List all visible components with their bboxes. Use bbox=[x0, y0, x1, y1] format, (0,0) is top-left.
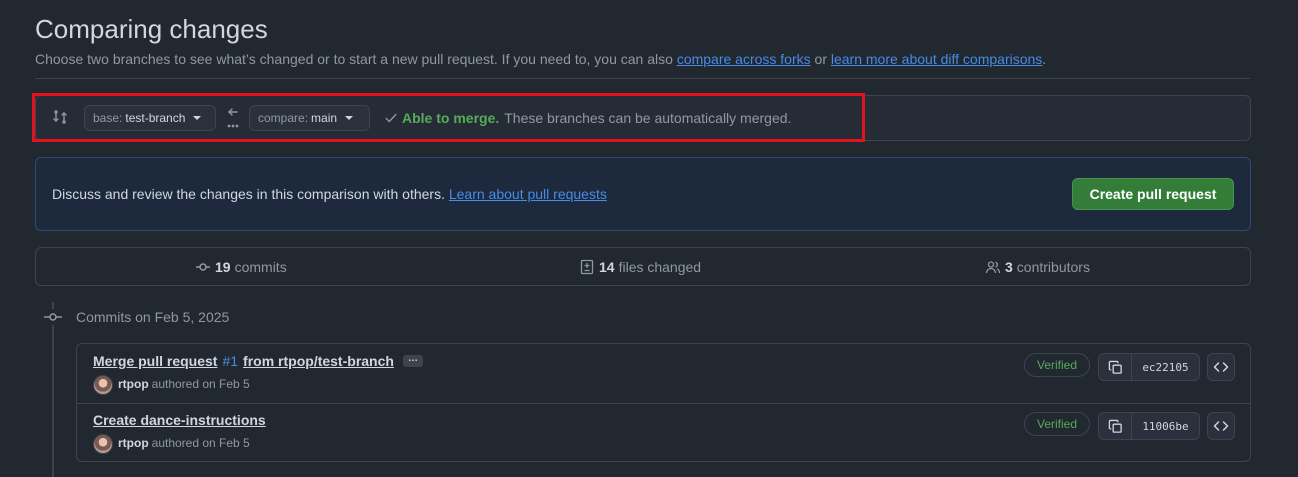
chevron-down-icon bbox=[193, 116, 202, 120]
merge-message: These branches can be automatically merg… bbox=[504, 110, 792, 126]
subtitle-period: . bbox=[1042, 51, 1047, 67]
commits-date-heading: Commits on Feb 5, 2025 bbox=[76, 309, 230, 325]
able-to-merge-label: Able to merge. bbox=[402, 110, 500, 126]
browse-code-button[interactable] bbox=[1207, 412, 1235, 440]
commit-author[interactable]: rtpop bbox=[118, 377, 149, 391]
commit-sha-group: ec22105 bbox=[1098, 353, 1200, 381]
commit-meta: rtpop authored on Feb 5 bbox=[118, 436, 250, 450]
compare-branch-name: main bbox=[311, 111, 338, 125]
commit-divider bbox=[76, 403, 1251, 404]
base-branch-select[interactable]: base: test-branch bbox=[84, 105, 216, 131]
base-prefix: base: bbox=[93, 111, 123, 125]
copy-icon bbox=[1108, 360, 1122, 374]
header-divider bbox=[35, 78, 1250, 79]
file-diff-icon bbox=[580, 259, 594, 275]
commit-meta: rtpop authored on Feb 5 bbox=[118, 377, 250, 391]
page-title: Comparing changes bbox=[35, 14, 268, 44]
commit-icon bbox=[44, 309, 62, 325]
commit-sha-link[interactable]: 11006be bbox=[1132, 413, 1199, 439]
avatar[interactable] bbox=[93, 434, 113, 454]
verified-badge[interactable]: Verified bbox=[1024, 353, 1090, 377]
code-icon bbox=[1213, 362, 1229, 372]
base-branch-name: test-branch bbox=[125, 111, 186, 125]
merge-status: Able to merge. These branches can be aut… bbox=[384, 110, 791, 126]
pr-prompt-text: Discuss and review the changes in this c… bbox=[52, 186, 607, 202]
create-pull-request-button[interactable]: Create pull request bbox=[1072, 178, 1234, 210]
check-icon bbox=[385, 113, 397, 123]
files-count: 14 bbox=[599, 259, 615, 275]
commit-sha-link[interactable]: ec22105 bbox=[1132, 354, 1199, 380]
commit-title: Create dance-instructions bbox=[93, 412, 266, 428]
contributors-label: contributors bbox=[1016, 259, 1090, 275]
commits-label: commits bbox=[234, 259, 287, 275]
contributors-count: 3 bbox=[1005, 259, 1013, 275]
commit-title-link[interactable]: Create dance-instructions bbox=[93, 412, 266, 428]
commit-sha-group: 11006be bbox=[1098, 412, 1200, 440]
people-icon bbox=[985, 261, 1001, 274]
learn-pull-requests-link[interactable]: Learn about pull requests bbox=[449, 186, 607, 202]
avatar[interactable] bbox=[93, 375, 113, 395]
subtitle-or: or bbox=[810, 51, 831, 67]
copy-sha-button[interactable] bbox=[1099, 354, 1132, 380]
commit-title: Merge pull request #1 from rtpop/test-br… bbox=[93, 353, 423, 369]
compare-across-forks-link[interactable]: compare across forks bbox=[677, 51, 811, 67]
commit-author[interactable]: rtpop bbox=[118, 436, 149, 450]
subtitle-text: Choose two branches to see what’s change… bbox=[35, 51, 677, 67]
commit-authored-date: authored on Feb 5 bbox=[151, 436, 250, 450]
page-subtitle: Choose two branches to see what’s change… bbox=[35, 51, 1046, 67]
compare-branch-select[interactable]: compare: main bbox=[249, 105, 370, 131]
stat-contributors[interactable]: 3 contributors bbox=[985, 259, 1090, 275]
commits-count: 19 bbox=[215, 259, 231, 275]
pr-number-link[interactable]: #1 bbox=[222, 353, 238, 369]
commit-authored-date: authored on Feb 5 bbox=[151, 377, 250, 391]
pr-prompt-message: Discuss and review the changes in this c… bbox=[52, 186, 449, 202]
chevron-down-icon bbox=[345, 116, 354, 120]
timeline-line bbox=[52, 302, 54, 477]
stat-commits[interactable]: 19 commits bbox=[195, 259, 287, 275]
commit-icon bbox=[196, 263, 210, 271]
arrow-left-icon bbox=[225, 106, 241, 130]
expand-commit-message-button[interactable]: … bbox=[402, 354, 423, 367]
stat-files-changed[interactable]: 14 files changed bbox=[579, 259, 701, 275]
compare-prefix: compare: bbox=[258, 111, 309, 125]
compare-arrows-icon bbox=[52, 109, 68, 125]
learn-diff-comparisons-link[interactable]: learn more about diff comparisons bbox=[831, 51, 1042, 67]
commit-title-link[interactable]: from rtpop/test-branch bbox=[243, 353, 394, 369]
commit-title-link[interactable]: Merge pull request bbox=[93, 353, 217, 369]
verified-badge[interactable]: Verified bbox=[1024, 412, 1090, 436]
browse-code-button[interactable] bbox=[1207, 353, 1235, 381]
copy-icon bbox=[1108, 419, 1122, 433]
files-label: files changed bbox=[618, 259, 702, 275]
copy-sha-button[interactable] bbox=[1099, 413, 1132, 439]
code-icon bbox=[1213, 421, 1229, 431]
